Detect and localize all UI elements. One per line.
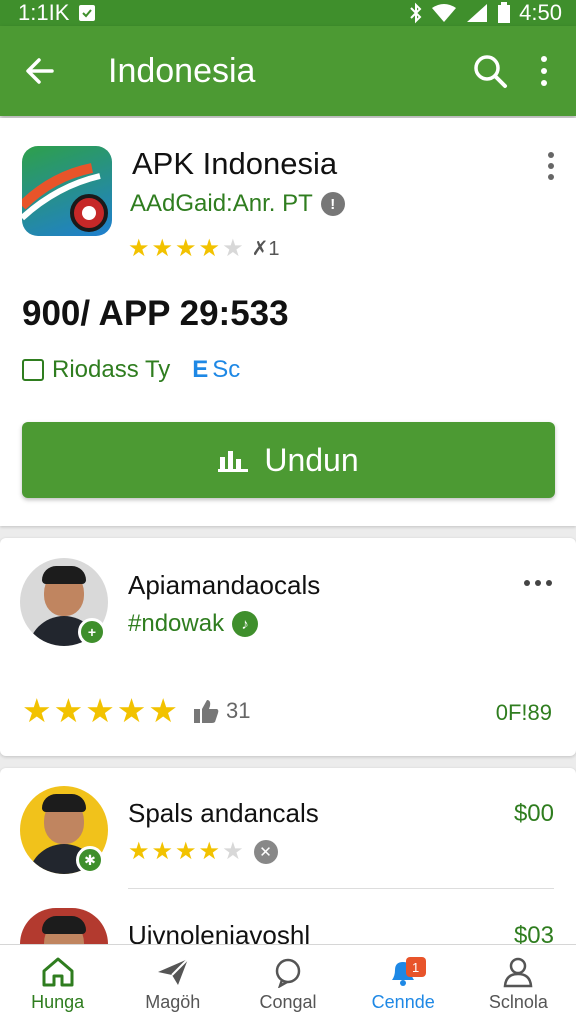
nav-item-chat[interactable]: Congal — [230, 945, 345, 1024]
tag-secondary[interactable]: E Sc — [192, 356, 240, 384]
star-icon: ★ — [85, 692, 115, 729]
tag-secondary-label: Sc — [212, 356, 241, 383]
battery-icon — [498, 2, 511, 23]
star-icon: ★ — [116, 692, 147, 729]
like-button[interactable]: 31 — [192, 698, 250, 724]
app-logo — [22, 146, 112, 236]
verified-badge-icon: + — [78, 618, 106, 646]
more-horiz-icon[interactable] — [524, 580, 552, 586]
download-button[interactable]: Undun — [22, 422, 555, 498]
nav-label: Sclnola — [488, 992, 548, 1012]
reviewer-tag: #ndowak — [128, 610, 225, 637]
paper-plane-icon — [157, 958, 189, 985]
rating-stars: ★ ★ ★ ★ ★ — [128, 840, 244, 864]
download-label: Undun — [264, 441, 359, 478]
developer-name: AAdGaid:Anr. PT — [130, 190, 313, 217]
star-icon: ★ — [151, 838, 174, 865]
app-stat-line: 900/ APP 29:533 — [22, 294, 289, 333]
reviewer-subtitle: #ndowak ♪ — [128, 610, 259, 638]
star-icon: ★ — [222, 838, 244, 865]
star-icon: ★ — [151, 234, 174, 262]
star-icon: ★ — [148, 692, 178, 729]
star-icon: ★ — [22, 692, 52, 729]
checkbox-icon — [22, 359, 44, 381]
review-code: 0F!89 — [495, 700, 552, 725]
nav-item-notifications[interactable]: 1 Cennde — [346, 945, 461, 1024]
app-tags: Riodass Ty E Sc — [22, 356, 240, 384]
like-count: 31 — [225, 697, 251, 723]
close-icon[interactable]: ✕ — [253, 840, 278, 864]
review-rating: ★ ★ ★ ★ ★ ✕ — [128, 840, 278, 864]
app-name: APK Indonesia — [132, 146, 338, 181]
app-more-icon[interactable] — [548, 152, 554, 180]
tag-category-label: Riodass Ty — [52, 356, 171, 383]
thumbs-up-icon — [193, 699, 219, 723]
status-time: 4:50 — [519, 0, 562, 25]
star-icon: ★ — [222, 234, 244, 262]
chat-bubble-icon — [275, 958, 301, 988]
reviewer-name: Apiamandaocals — [128, 570, 321, 600]
wifi-icon — [432, 4, 457, 22]
review-rating: ★ ★ ★ ★ ★ 31 — [22, 694, 250, 727]
nav-item-home[interactable]: Hunga — [0, 945, 115, 1024]
notification-icon — [79, 5, 96, 21]
rating-stars: ★ ★ ★ ★ ★ — [128, 234, 244, 262]
star-icon: ★ — [53, 692, 84, 729]
divider — [128, 888, 554, 889]
page-title: Indonesia — [108, 51, 256, 90]
reviewer-name: Spals andancals — [128, 798, 319, 828]
star-icon: ★ — [128, 234, 150, 262]
arrow-left-icon — [26, 58, 54, 84]
star-icon: ★ — [128, 838, 150, 865]
tag-mark-icon: E — [192, 356, 209, 383]
rating-stars: ★ ★ ★ ★ ★ — [22, 694, 178, 727]
status-left-text: 1:1IK — [18, 0, 70, 25]
app-bar: Indonesia — [0, 26, 576, 116]
search-button[interactable] — [468, 49, 512, 93]
chart-bars-icon — [218, 451, 249, 472]
review-price: $00 — [513, 800, 554, 827]
home-icon — [42, 957, 74, 987]
more-vert-icon[interactable] — [534, 49, 554, 93]
star-icon: ★ — [198, 838, 221, 865]
app-rating: ★ ★ ★ ★ ★ ✗1 — [128, 236, 279, 261]
star-icon: ★ — [198, 234, 221, 262]
info-icon[interactable]: ! — [320, 192, 345, 216]
back-button[interactable] — [20, 51, 60, 91]
person-icon — [504, 957, 533, 988]
star-icon: ★ — [175, 234, 197, 262]
nav-label: Congal — [259, 992, 317, 1012]
nav-label: Cennde — [371, 992, 435, 1012]
avatar[interactable] — [20, 908, 108, 944]
verified-badge-icon: ✱ — [76, 846, 104, 874]
notification-badge: 1 — [405, 957, 426, 977]
status-left: 1:1IK — [18, 0, 97, 26]
status-bar: 1:1IK 4:50 — [0, 0, 576, 26]
search-icon — [474, 55, 507, 88]
bluetooth-icon — [410, 2, 422, 24]
star-icon: ★ — [175, 838, 197, 865]
review-card[interactable]: + Apiamandaocals #ndowak ♪ ★ ★ ★ ★ ★ 31 0F!8… — [0, 538, 576, 756]
nav-item-send[interactable]: Magöh — [115, 945, 230, 1024]
bottom-navigation: Hunga Magöh Congal 1 Cennde Sclnola — [0, 944, 576, 1024]
app-developer[interactable]: AAdGaid:Anr. PT ! — [130, 190, 345, 218]
nav-item-profile[interactable]: Sclnola — [461, 945, 576, 1024]
status-right: 4:50 — [409, 0, 562, 26]
nav-label: Magöh — [145, 992, 201, 1012]
music-note-icon: ♪ — [232, 611, 259, 637]
rating-count: ✗1 — [251, 238, 280, 260]
signal-icon — [467, 4, 488, 22]
tag-category[interactable]: Riodass Ty — [22, 356, 170, 384]
review-card[interactable]: ✱ Spals andancals $00 ★ ★ ★ ★ ★ ✕ Uivnolenja… — [0, 768, 576, 950]
nav-label: Hunga — [31, 992, 85, 1012]
